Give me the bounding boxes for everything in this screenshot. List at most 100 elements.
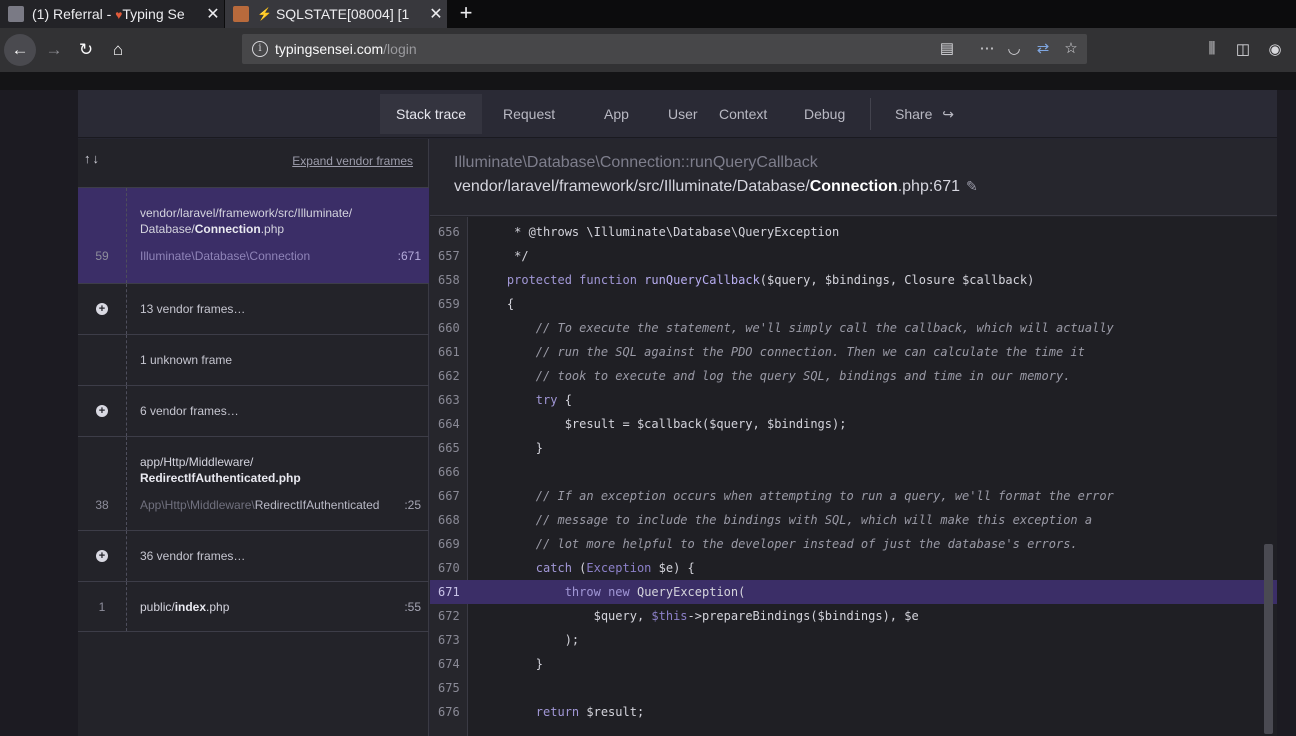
expand-plus-icon[interactable]: +	[96, 405, 108, 417]
toolbar-separator	[0, 72, 1296, 90]
stack-frame[interactable]: 59 vendor/laravel/framework/src/Illumina…	[78, 187, 429, 283]
frame-divider	[126, 582, 128, 631]
code-line: 676 return $result;	[430, 700, 1277, 724]
code-text: // run the SQL against the PDO connectio…	[478, 345, 1085, 359]
line-number: 658	[438, 273, 460, 287]
line-number: 663	[438, 393, 460, 407]
vendor-frames-label: 36 vendor frames…	[140, 549, 246, 563]
unknown-frame-label: 1 unknown frame	[140, 353, 233, 367]
code-text: }	[478, 657, 544, 671]
code-line: 671 throw new QueryException(	[430, 580, 1277, 604]
code-line: 662 // took to execute and log the query…	[430, 364, 1277, 388]
code-text: // took to execute and log the query SQL…	[478, 369, 1071, 383]
code-line: 675	[430, 676, 1277, 700]
tab-debug[interactable]: Debug	[788, 94, 861, 134]
reload-icon[interactable]: ↻	[70, 34, 102, 66]
new-tab-icon[interactable]: +	[455, 0, 477, 28]
sidebar-toggle-icon[interactable]: ◫	[1232, 40, 1254, 60]
line-number: 659	[438, 297, 460, 311]
stack-frame[interactable]: 1 public/index.php :55	[78, 581, 429, 632]
code-text: return $result;	[535, 705, 645, 719]
expand-plus-icon[interactable]: +	[96, 550, 108, 562]
code-text: */	[478, 249, 529, 263]
home-icon[interactable]: ⌂	[102, 34, 134, 66]
close-tab-icon[interactable]: ✕	[425, 4, 447, 24]
code-text: // lot more helpful to the developer ins…	[478, 537, 1078, 551]
code-text: // To execute the statement, we'll simpl…	[478, 321, 1114, 335]
line-number: 674	[438, 657, 460, 671]
code-line: 673 );	[430, 628, 1277, 652]
vendor-frames-group[interactable]: + 6 vendor frames…	[78, 385, 429, 436]
code-line: 672 $query, $this->prepareBindings($bind…	[430, 604, 1277, 628]
frame-number: 38	[95, 498, 109, 512]
code-scrollbar[interactable]	[1264, 544, 1273, 734]
line-number: 657	[438, 249, 460, 263]
browser-nav-bar: ← → ↻ ⌂ i typingsensei.com/login ▤ ⋯ ◡ ⇄…	[0, 28, 1296, 72]
forward-arrow-icon[interactable]: →	[38, 34, 70, 66]
edit-pencil-icon[interactable]: ✎	[966, 178, 978, 194]
error-favicon-icon: ⚡	[257, 7, 272, 21]
vendor-frames-label: 13 vendor frames…	[140, 302, 246, 316]
code-text: protected function runQueryCallback($que…	[506, 273, 1035, 287]
frame-file-path: vendor/laravel/framework/src/Illuminate/…	[454, 178, 978, 195]
pocket-icon[interactable]: ◡	[1004, 39, 1024, 59]
tab-title-2: Typing Se	[122, 6, 185, 22]
line-number: 656	[438, 225, 460, 239]
library-icon[interactable]: ⫼	[1201, 40, 1223, 60]
close-tab-icon[interactable]: ✕	[202, 4, 224, 24]
vendor-frames-group[interactable]: + 13 vendor frames…	[78, 283, 429, 334]
frame-nav-arrows-icon[interactable]: ↑↓	[84, 151, 101, 166]
code-text: );	[478, 633, 580, 647]
frame-method: Illuminate\Database\Connection::runQuery…	[454, 154, 818, 171]
line-number: 676	[438, 705, 460, 719]
url-bar[interactable]: i typingsensei.com/login ▤ ⋯ ◡ ⇄ ☆	[242, 34, 1087, 64]
line-number: 666	[438, 465, 460, 479]
code-text: * @throws \Illuminate\Database\QueryExce…	[478, 225, 840, 239]
code-line: 660 // To execute the statement, we'll s…	[430, 316, 1277, 340]
frame-file: vendor/laravel/framework/src/Illuminate/…	[140, 206, 353, 236]
favicon-icon	[8, 6, 24, 22]
frame-divider	[126, 284, 128, 334]
code-line: 657 */	[430, 244, 1277, 268]
tab-app[interactable]: App	[588, 94, 645, 134]
sidebar-header: ↑↓ Expand vendor frames	[78, 139, 429, 187]
vendor-frames-label: 6 vendor frames…	[140, 404, 239, 418]
error-nav: Stack trace Request App User Context Deb…	[78, 90, 1277, 138]
share-button[interactable]: Share ↪	[879, 94, 970, 134]
frame-line: :25	[404, 498, 421, 512]
frame-divider	[126, 188, 128, 283]
code-text: }	[478, 441, 544, 455]
error-page: Stack trace Request App User Context Deb…	[78, 90, 1277, 736]
bookmark-star-icon[interactable]: ☆	[1061, 39, 1081, 59]
frame-number: 1	[98, 600, 106, 614]
tab-context[interactable]: Context	[703, 94, 783, 134]
page-actions-icon[interactable]: ⋯	[977, 39, 997, 59]
browser-tab-sqlstate[interactable]: ⚡ SQLSTATE[08004] [1 ✕	[225, 0, 447, 28]
line-number: 672	[438, 609, 460, 623]
code-text: // message to include the bindings with …	[478, 513, 1093, 527]
code-line: 661 // run the SQL against the PDO conne…	[430, 340, 1277, 364]
code-text: catch (Exception $e) {	[535, 561, 695, 575]
frame-line: :671	[397, 249, 421, 263]
tab-stack-trace[interactable]: Stack trace	[380, 94, 483, 134]
browser-tab-referral[interactable]: (1) Referral - ♥Typing Se ✕	[0, 0, 224, 28]
frame-line: :55	[404, 600, 421, 614]
unknown-frame[interactable]: 1 unknown frame	[78, 334, 429, 385]
frame-divider	[126, 386, 128, 436]
reader-view-icon[interactable]: ▤	[937, 39, 957, 59]
line-number: 660	[438, 321, 460, 335]
code-panel: Illuminate\Database\Connection::runQuery…	[430, 139, 1277, 736]
frame-class: Illuminate\Database\Connection	[140, 249, 311, 263]
expand-plus-icon[interactable]: +	[96, 303, 108, 315]
translate-icon[interactable]: ⇄	[1033, 39, 1053, 59]
url-text[interactable]: typingsensei.com/login	[275, 41, 417, 57]
vendor-frames-group[interactable]: + 36 vendor frames…	[78, 530, 429, 581]
expand-vendor-frames-link[interactable]: Expand vendor frames	[292, 154, 413, 168]
site-info-icon[interactable]: i	[252, 41, 268, 57]
line-number: 669	[438, 537, 460, 551]
account-icon[interactable]: ◉	[1264, 40, 1286, 60]
code-text: // If an exception occurs when attemptin…	[478, 489, 1114, 503]
tab-request[interactable]: Request	[487, 94, 571, 134]
stack-frame[interactable]: 38 app/Http/Middleware/RedirectIfAuthent…	[78, 436, 429, 530]
back-arrow-icon[interactable]: ←	[4, 34, 36, 66]
